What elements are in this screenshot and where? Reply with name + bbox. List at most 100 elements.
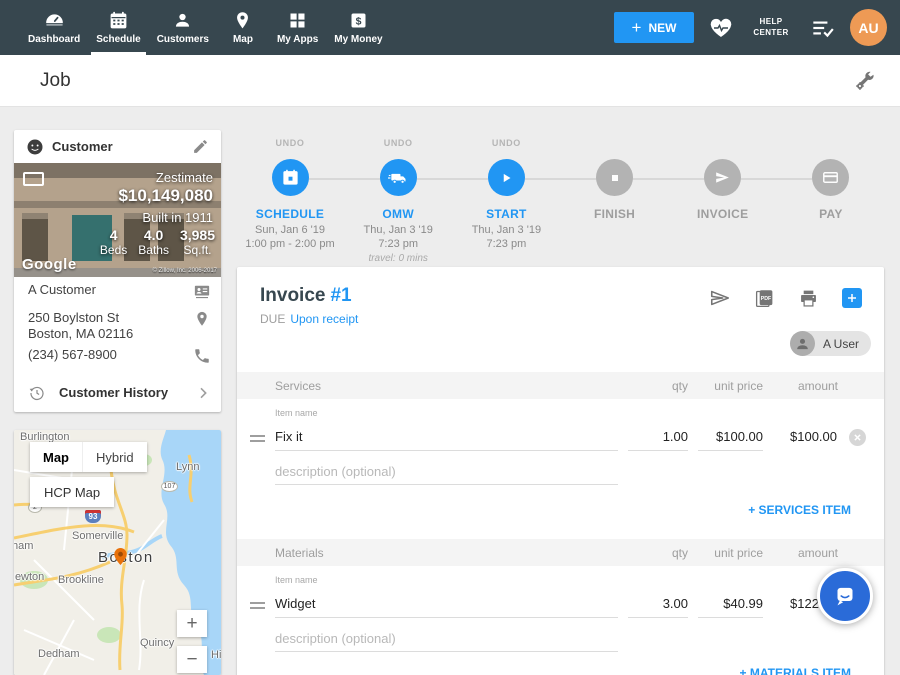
nav-item-dashboard[interactable]: Dashboard [20,0,88,55]
customer-card-header: Customer [14,130,221,163]
undo-schedule-button[interactable]: UNDO [276,138,305,151]
zestimate-label: Zestimate [156,170,213,185]
service-item-name-input[interactable] [275,423,618,451]
close-icon [853,433,862,442]
undo-omw-button[interactable]: UNDO [384,138,413,151]
nav-item-schedule[interactable]: Schedule [88,0,148,55]
step-travel-time: travel: 0 mins [368,253,427,264]
nav-item-label: Customers [157,34,209,45]
zestimate-value: $10,149,080 [118,186,213,206]
customer-card-title: Customer [52,139,184,154]
zoom-in-button[interactable]: + [177,610,207,637]
step-label: PAY [819,207,843,221]
google-watermark: Google [22,256,77,273]
send-invoice-button[interactable] [709,287,731,309]
map-label-lynn: Lynn [176,461,199,473]
start-step-button[interactable] [488,159,525,196]
material-description-input[interactable] [275,626,618,652]
location-pin-icon[interactable] [193,310,211,328]
photo-copyright: © Zillow, Inc. 2006-2017 [153,268,217,274]
customer-address: 250 Boylston St Boston, MA 02116 [28,310,133,342]
add-invoice-button[interactable] [842,288,862,308]
invoice-card: Invoice#1 DUE Upon receipt PDF A User [237,267,884,675]
step-label: START [486,207,527,221]
step-label: FINISH [594,207,635,221]
customer-history-label: Customer History [59,385,182,400]
property-photo: Zestimate $10,149,080 Built in 1911 4 Be… [14,163,221,277]
material-item-name-input[interactable] [275,590,618,618]
nav-item-map[interactable]: Map [217,0,269,55]
map-type-hcp-button[interactable]: HCP Map [30,477,114,507]
chat-widget-button[interactable] [817,568,873,624]
route-107-shield: 107 [161,481,178,492]
map-label-brookline: Brookline [58,574,104,586]
person-icon [172,10,193,31]
nav-item-label: Dashboard [28,34,80,45]
nav-item-customers[interactable]: Customers [149,0,217,55]
material-unit-price-input[interactable] [698,590,763,618]
remove-service-item-button[interactable] [849,429,866,446]
material-qty-input[interactable] [628,590,688,618]
print-button[interactable] [798,288,819,309]
health-pulse-button[interactable] [709,16,733,40]
page-title: Job [40,70,71,92]
add-service-item-link[interactable]: + SERVICES ITEM [748,503,851,517]
due-value-link[interactable]: Upon receipt [290,312,358,326]
i93-shield: 93 [85,510,101,523]
beds-label: Beds [100,243,127,257]
sqft-label: Sq.ft. [183,243,211,257]
nav-item-label: Map [233,34,253,45]
calendar-icon [108,10,129,31]
undo-start-button[interactable]: UNDO [492,138,521,151]
timeline-step-schedule: UNDO SCHEDULE Sun, Jan 6 '19 1:00 pm - 2… [237,138,343,266]
pdf-button[interactable]: PDF [754,288,775,309]
plus-icon [846,292,858,304]
nav-item-my-money[interactable]: $ My Money [326,0,390,55]
map-type-map-button[interactable]: Map [30,442,82,472]
map-label-hingham: Hi [211,649,221,661]
job-settings-button[interactable] [854,70,876,92]
invoice-title: Invoice#1 [260,285,352,307]
nav-item-my-apps[interactable]: My Apps [269,0,326,55]
new-button[interactable]: + NEW [614,12,694,43]
photo-window [22,213,48,261]
zoom-out-button[interactable]: − [177,646,207,673]
user-avatar[interactable]: AU [850,9,887,46]
invoice-due: DUE Upon receipt [260,312,358,326]
timeline-step-invoice: INVOICE [670,138,776,266]
sqft-value: 3,985 [180,227,215,243]
invoice-step-button[interactable] [704,159,741,196]
omw-step-button[interactable] [380,159,417,196]
chat-bubble-icon [830,581,860,611]
address-line1: 250 Boylston St [28,310,119,325]
assignee-chip[interactable]: A User [790,331,871,356]
streetview-frame-icon[interactable] [23,172,44,186]
svg-text:PDF: PDF [761,295,772,301]
step-date-line1: Thu, Jan 3 '19 [472,224,541,236]
service-unit-price-input[interactable] [698,423,763,451]
service-qty-input[interactable] [628,423,688,451]
drag-handle[interactable] [250,432,265,445]
pay-step-button[interactable] [812,159,849,196]
map-zoom-controls: + − [177,610,207,673]
finish-step-button[interactable] [596,159,633,196]
printer-icon [798,288,819,309]
map-type-hybrid-button[interactable]: Hybrid [82,442,147,472]
help-center-button[interactable]: HELP CENTER [748,17,794,39]
drag-handle[interactable] [250,599,265,612]
customer-history-button[interactable]: Customer History [14,373,221,412]
service-description-input[interactable] [275,459,618,485]
checklist-button[interactable] [809,15,835,41]
top-nav: Dashboard Schedule Customers Map My Apps… [0,0,900,55]
invoice-number[interactable]: #1 [330,285,351,306]
schedule-step-button[interactable] [272,159,309,196]
add-material-item-link[interactable]: + MATERIALS ITEM [740,666,851,675]
due-label: DUE [260,312,285,326]
step-label: INVOICE [697,207,748,221]
unit-price-column-header: unit price [714,379,763,393]
edit-pencil-icon[interactable] [192,138,209,155]
truck-icon [388,168,408,188]
contact-card-icon[interactable] [193,282,211,300]
map-label-somerville: Somerville [72,530,123,542]
phone-icon[interactable] [193,347,211,365]
